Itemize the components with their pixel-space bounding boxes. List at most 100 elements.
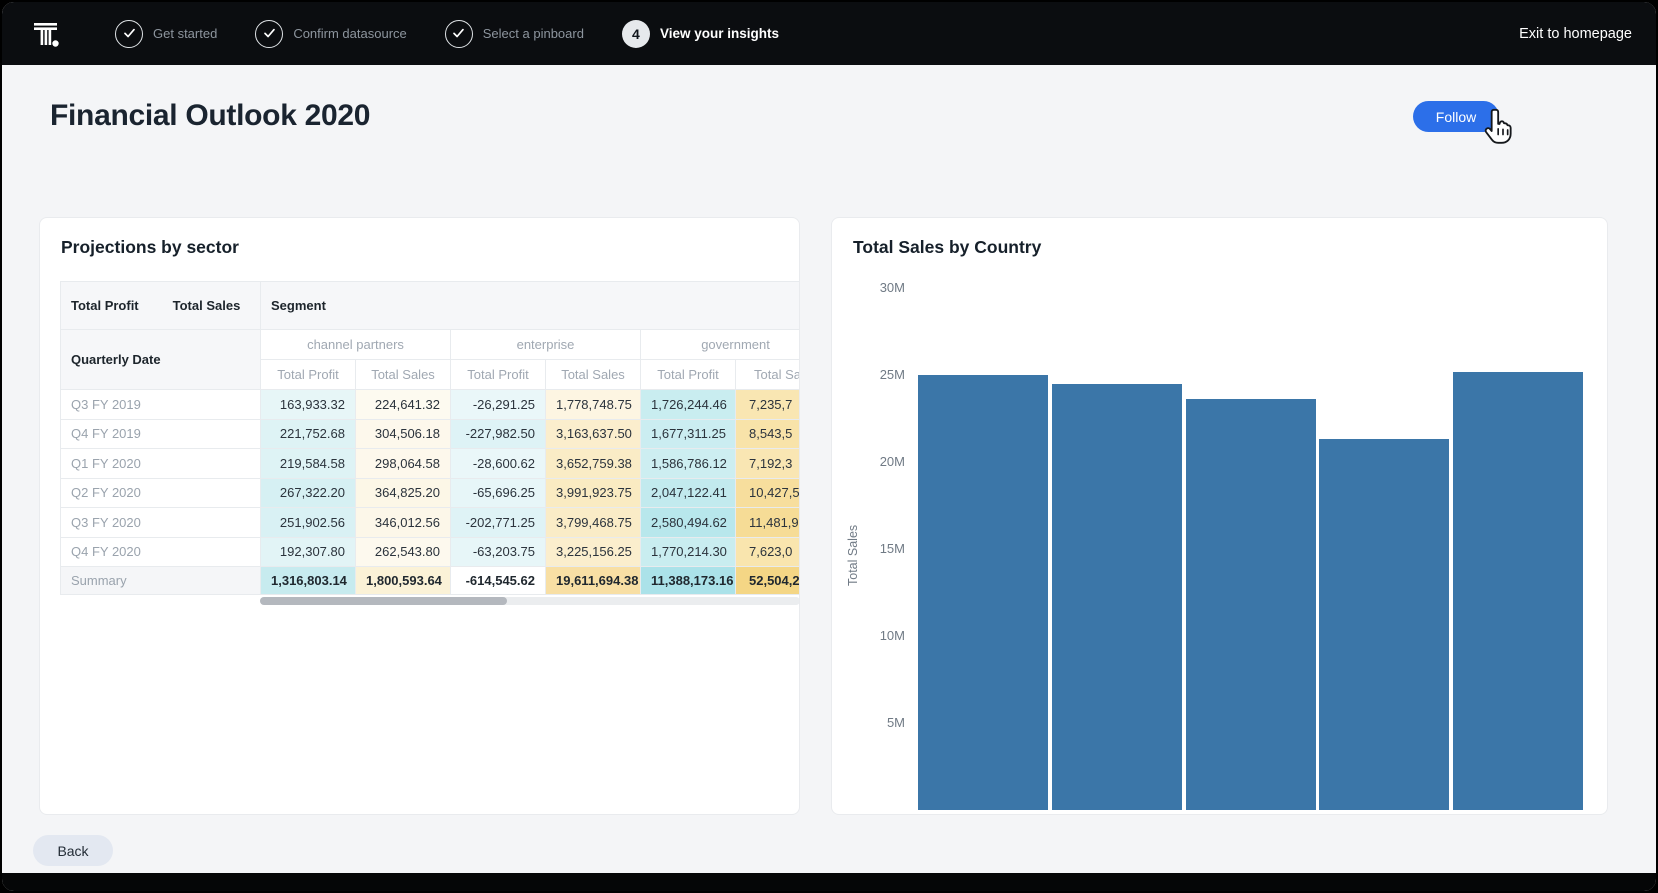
table-cell[interactable]: 219,584.58 <box>261 449 356 479</box>
step-check-icon <box>115 20 143 48</box>
sub-column-header: Total Sales <box>546 360 641 390</box>
sub-column-header: Total Profit <box>641 360 736 390</box>
table-cell[interactable]: 7,235,7 <box>736 390 801 420</box>
table-cell[interactable]: 2,047,122.41 <box>641 478 736 508</box>
chart-panel: Total Sales by Country Total Sales 30M25… <box>831 217 1608 815</box>
table-cell[interactable]: 304,506.18 <box>356 419 451 449</box>
summary-cell[interactable]: 11,388,173.16 <box>641 567 736 595</box>
y-axis-tick-label: 5M <box>850 715 905 730</box>
table-cell[interactable]: -202,771.25 <box>451 508 546 538</box>
segment-group-header: enterprise <box>451 330 641 360</box>
table-cell[interactable]: 1,677,311.25 <box>641 419 736 449</box>
wizard-step-4[interactable]: 4 View your insights <box>622 20 779 48</box>
total-sales-bar-chart: Total Sales 30M25M20M15M10M5M <box>832 218 1607 814</box>
measure-name: Total Profit <box>71 298 139 313</box>
bar-3[interactable] <box>1186 399 1316 810</box>
table-cell[interactable]: 192,307.80 <box>261 537 356 567</box>
table-cell[interactable]: -65,696.25 <box>451 478 546 508</box>
sub-column-header: Total Profit <box>261 360 356 390</box>
table-cell[interactable]: 7,192,3 <box>736 449 801 479</box>
y-axis-tick-label: 25M <box>850 367 905 382</box>
wizard-steps: Get started Confirm datasource Select a pi… <box>115 2 779 65</box>
bar-4[interactable] <box>1319 439 1449 810</box>
table-cell[interactable]: -227,982.50 <box>451 419 546 449</box>
bar-2[interactable] <box>1052 384 1182 810</box>
bar-1[interactable] <box>918 375 1048 810</box>
row-label[interactable]: Q4 FY 2019 <box>61 419 261 449</box>
row-label[interactable]: Q3 FY 2019 <box>61 390 261 420</box>
wizard-step-label: View your insights <box>660 26 779 41</box>
table-cell[interactable]: 1,778,748.75 <box>546 390 641 420</box>
step-check-icon <box>255 20 283 48</box>
measure-names-header: Total ProfitTotal Sales <box>61 282 261 330</box>
row-label[interactable]: Q4 FY 2020 <box>61 537 261 567</box>
table-cell[interactable]: 8,543,5 <box>736 419 801 449</box>
table-cell[interactable]: 2,580,494.62 <box>641 508 736 538</box>
table-cell[interactable]: -63,203.75 <box>451 537 546 567</box>
horizontal-scrollbar-thumb[interactable] <box>260 597 507 605</box>
wizard-step-2[interactable]: Confirm datasource <box>255 20 406 48</box>
table-cell[interactable]: 3,163,637.50 <box>546 419 641 449</box>
follow-button[interactable]: Follow <box>1413 101 1499 132</box>
projections-panel: Projections by sector Total ProfitTotal … <box>39 217 800 815</box>
projections-pivot-table: Total ProfitTotal SalesSegmentQuarterly … <box>60 281 800 595</box>
row-label[interactable]: Q2 FY 2020 <box>61 478 261 508</box>
table-cell[interactable]: 346,012.56 <box>356 508 451 538</box>
horizontal-scrollbar-track[interactable] <box>260 597 800 605</box>
step-check-icon <box>445 20 473 48</box>
bar-5[interactable] <box>1453 372 1583 810</box>
wizard-step-label: Select a pinboard <box>483 26 584 41</box>
table-cell[interactable]: 3,225,156.25 <box>546 537 641 567</box>
row-label[interactable]: Summary <box>61 567 261 595</box>
wizard-step-label: Confirm datasource <box>293 26 406 41</box>
wizard-step-3[interactable]: Select a pinboard <box>445 20 584 48</box>
table-cell[interactable]: 298,064.58 <box>356 449 451 479</box>
table-cell[interactable]: 10,427,5 <box>736 478 801 508</box>
page-title: Financial Outlook 2020 <box>50 99 370 133</box>
sub-column-header: Total Sales <box>356 360 451 390</box>
step-number: 4 <box>622 20 650 48</box>
table-row: Q4 FY 2020192,307.80262,543.80-63,203.75… <box>61 537 801 567</box>
row-label[interactable]: Q1 FY 2020 <box>61 449 261 479</box>
table-cell[interactable]: -28,600.62 <box>451 449 546 479</box>
table-cell[interactable]: 262,543.80 <box>356 537 451 567</box>
table-row: Q2 FY 2020267,322.20364,825.20-65,696.25… <box>61 478 801 508</box>
table-cell[interactable]: 224,641.32 <box>356 390 451 420</box>
table-cell[interactable]: 7,623,0 <box>736 537 801 567</box>
back-button[interactable]: Back <box>33 835 113 866</box>
wizard-step-1[interactable]: Get started <box>115 20 217 48</box>
table-cell[interactable]: 221,752.68 <box>261 419 356 449</box>
segment-group-header: government <box>641 330 801 360</box>
table-cell[interactable]: 3,799,468.75 <box>546 508 641 538</box>
table-cell[interactable]: 1,726,244.46 <box>641 390 736 420</box>
row-label[interactable]: Q3 FY 2020 <box>61 508 261 538</box>
table-cell[interactable]: 1,586,786.12 <box>641 449 736 479</box>
summary-cell[interactable]: 19,611,694.38 <box>546 567 641 595</box>
panel-title-projections: Projections by sector <box>61 237 239 258</box>
row-dimension-header: Quarterly Date <box>61 330 261 390</box>
table-row: Q4 FY 2019221,752.68304,506.18-227,982.5… <box>61 419 801 449</box>
exit-to-homepage-link[interactable]: Exit to homepage <box>1519 2 1632 65</box>
y-axis-tick-label: 15M <box>850 541 905 556</box>
summary-cell[interactable]: 1,316,803.14 <box>261 567 356 595</box>
table-cell[interactable]: -26,291.25 <box>451 390 546 420</box>
top-nav-bar: Get started Confirm datasource Select a pi… <box>2 2 1656 65</box>
y-axis-tick-label: 10M <box>850 628 905 643</box>
table-cell[interactable]: 364,825.20 <box>356 478 451 508</box>
summary-cell[interactable]: 52,504,2 <box>736 567 801 595</box>
summary-row: Summary1,316,803.141,800,593.64-614,545.… <box>61 567 801 595</box>
pivot-table-container: Total ProfitTotal SalesSegmentQuarterly … <box>60 281 800 595</box>
table-cell[interactable]: 3,991,923.75 <box>546 478 641 508</box>
summary-cell[interactable]: -614,545.62 <box>451 567 546 595</box>
sub-column-header: Total Sa <box>736 360 801 390</box>
summary-cell[interactable]: 1,800,593.64 <box>356 567 451 595</box>
table-cell[interactable]: 3,652,759.38 <box>546 449 641 479</box>
y-axis-tick-label: 30M <box>850 280 905 295</box>
table-cell[interactable]: 251,902.56 <box>261 508 356 538</box>
table-cell[interactable]: 267,322.20 <box>261 478 356 508</box>
table-cell[interactable]: 11,481,9 <box>736 508 801 538</box>
table-cell[interactable]: 163,933.32 <box>261 390 356 420</box>
table-row: Q3 FY 2020251,902.56346,012.56-202,771.2… <box>61 508 801 538</box>
table-cell[interactable]: 1,770,214.30 <box>641 537 736 567</box>
wizard-step-label: Get started <box>153 26 217 41</box>
